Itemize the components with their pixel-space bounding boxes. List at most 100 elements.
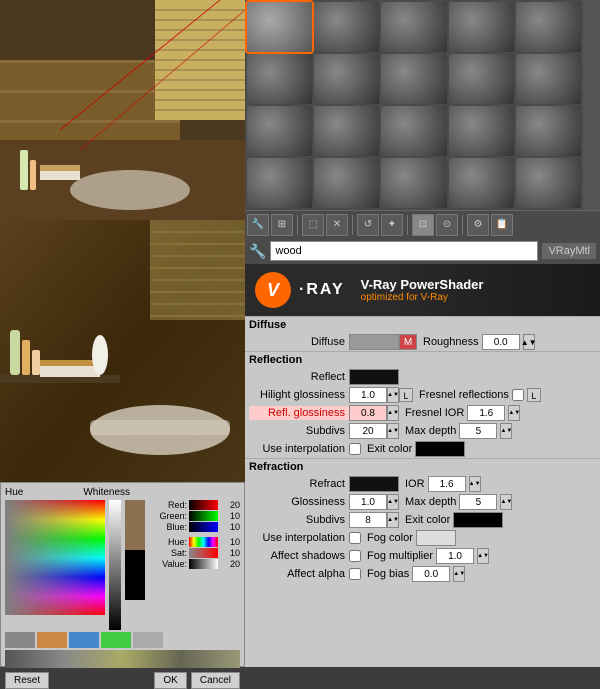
refr-subdivs-spin[interactable]: ▲▼ xyxy=(387,512,399,528)
fresnel-ior-input[interactable] xyxy=(467,405,505,421)
affect-shadows-checkbox[interactable] xyxy=(349,550,361,562)
gloss-spin[interactable]: ▲▼ xyxy=(387,494,399,510)
material-ball-17[interactable] xyxy=(381,158,446,208)
toolbar-extra-btn2[interactable]: 📋 xyxy=(491,214,513,236)
material-name-input[interactable] xyxy=(270,241,538,261)
refract-label: Refract xyxy=(249,478,349,490)
material-ball-8[interactable] xyxy=(449,54,514,104)
fog-mult-input[interactable] xyxy=(436,548,474,564)
cp-reset-btn[interactable]: Reset xyxy=(5,672,49,689)
refl-gloss-input[interactable] xyxy=(349,405,387,421)
hilight-l-btn[interactable]: L xyxy=(399,388,413,402)
gloss-input[interactable] xyxy=(349,494,387,510)
grid-scrollbar[interactable] xyxy=(583,0,600,210)
material-ball-13[interactable] xyxy=(449,106,514,156)
refl-gloss-spin[interactable]: ▲▼ xyxy=(387,405,399,421)
refr-max-depth-input[interactable] xyxy=(459,494,497,510)
material-ball-5[interactable] xyxy=(247,54,312,104)
roughness-spin[interactable]: ▲▼ xyxy=(523,334,535,350)
refr-subdivs-label: Subdivs xyxy=(249,514,349,526)
material-ball-10[interactable] xyxy=(247,106,312,156)
max-depth-spin[interactable]: ▲▼ xyxy=(500,423,512,439)
refr-use-interp-checkbox[interactable] xyxy=(349,532,361,544)
fresnel-checkbox[interactable] xyxy=(512,389,524,401)
cp-cancel-btn[interactable]: Cancel xyxy=(191,672,240,689)
toolbar-delete-btn[interactable]: ✕ xyxy=(326,214,348,236)
cp-sat-slider[interactable] xyxy=(189,548,218,558)
refr-max-depth-label: Max depth xyxy=(405,496,456,508)
material-ball-12[interactable] xyxy=(381,106,446,156)
fresnel-ior-spin[interactable]: ▲▼ xyxy=(508,405,520,421)
material-ball-15[interactable] xyxy=(247,158,312,208)
fog-bias-input[interactable] xyxy=(412,566,450,582)
material-ball-1[interactable] xyxy=(314,2,379,52)
toolbar-view-btn[interactable]: ⊙ xyxy=(436,214,458,236)
cp-swatch-gray[interactable] xyxy=(5,632,35,648)
fog-bias-spin[interactable]: ▲▼ xyxy=(453,566,465,582)
cp-val-slider[interactable] xyxy=(189,559,218,569)
cp-bw-slider[interactable] xyxy=(109,500,121,630)
cp-red-row: Red: 20 xyxy=(159,500,240,510)
toolbar-extra-btn[interactable]: ⚙ xyxy=(467,214,489,236)
material-ball-4[interactable] xyxy=(516,2,581,52)
toolbar-refresh-btn[interactable]: ↺ xyxy=(357,214,379,236)
fog-color-swatch[interactable] xyxy=(416,530,456,546)
roughness-input[interactable] xyxy=(482,334,520,350)
cp-swatch-blue[interactable] xyxy=(69,632,99,648)
refr-exit-color-swatch[interactable] xyxy=(453,512,503,528)
use-interp-checkbox[interactable] xyxy=(349,443,361,455)
cp-hue-area[interactable] xyxy=(5,500,105,615)
toolbar-active-btn[interactable]: ⊡ xyxy=(412,214,434,236)
diffuse-m-btn[interactable]: M xyxy=(399,334,417,350)
material-ball-0[interactable] xyxy=(247,2,312,52)
cp-sat-label: Sat: xyxy=(159,548,187,558)
cp-red-slider[interactable] xyxy=(189,500,218,510)
cp-swatch-brown[interactable] xyxy=(37,632,67,648)
affect-alpha-checkbox[interactable] xyxy=(349,568,361,580)
render-scene xyxy=(0,0,245,220)
ior-spin[interactable]: ▲▼ xyxy=(469,476,481,492)
max-depth-input[interactable] xyxy=(459,423,497,439)
cp-swatch-green[interactable] xyxy=(101,632,131,648)
subdivs-input[interactable] xyxy=(349,423,387,439)
cp-ok-btn[interactable]: OK xyxy=(154,672,186,689)
toolbar-render-btn[interactable]: 🔧 xyxy=(247,214,269,236)
exit-color-swatch[interactable] xyxy=(415,441,465,457)
material-ball-18[interactable] xyxy=(449,158,514,208)
material-ball-6[interactable] xyxy=(314,54,379,104)
ior-input[interactable] xyxy=(428,476,466,492)
color-picker: Hue Whiteness Red: 20 Green: 10 xyxy=(0,482,245,667)
cp-title: Hue Whiteness xyxy=(5,487,240,498)
cp-hue-val: 10 xyxy=(220,537,240,547)
toolbar-grid-btn[interactable]: ⊞ xyxy=(271,214,293,236)
hilight-spin[interactable]: ▲▼ xyxy=(387,387,399,403)
cp-green-slider[interactable] xyxy=(189,511,218,521)
cp-blue-slider[interactable] xyxy=(189,522,218,532)
material-ball-19[interactable] xyxy=(516,158,581,208)
material-ball-2[interactable] xyxy=(381,2,446,52)
material-ball-9[interactable] xyxy=(516,54,581,104)
cp-gradient-preview xyxy=(5,650,240,668)
material-ball-7[interactable] xyxy=(381,54,446,104)
toolbar-map-btn[interactable]: ✦ xyxy=(381,214,403,236)
material-ball-14[interactable] xyxy=(516,106,581,156)
cp-blue-label: Blue: xyxy=(159,522,187,532)
subdivs-spin[interactable]: ▲▼ xyxy=(387,423,399,439)
refr-subdivs-input[interactable] xyxy=(349,512,387,528)
cp-hue-slider[interactable] xyxy=(189,537,218,547)
reflect-swatch[interactable] xyxy=(349,369,399,385)
fresnel-l-btn[interactable]: L xyxy=(527,388,541,402)
cp-swatch-lgray[interactable] xyxy=(133,632,163,648)
diffuse-roughness: Roughness ▲▼ xyxy=(423,334,535,350)
refract-swatch[interactable] xyxy=(349,476,399,492)
toolbar-copy-btn[interactable]: ⬚ xyxy=(302,214,324,236)
toolbar-sep-2 xyxy=(352,215,353,235)
hilight-input[interactable] xyxy=(349,387,387,403)
material-ball-3[interactable] xyxy=(449,2,514,52)
diffuse-swatch[interactable] xyxy=(349,334,399,350)
use-interp-row: Use interpolation Exit color xyxy=(245,440,600,458)
material-ball-11[interactable] xyxy=(314,106,379,156)
material-ball-16[interactable] xyxy=(314,158,379,208)
refr-max-depth-spin[interactable]: ▲▼ xyxy=(500,494,512,510)
fog-mult-spin[interactable]: ▲▼ xyxy=(477,548,489,564)
